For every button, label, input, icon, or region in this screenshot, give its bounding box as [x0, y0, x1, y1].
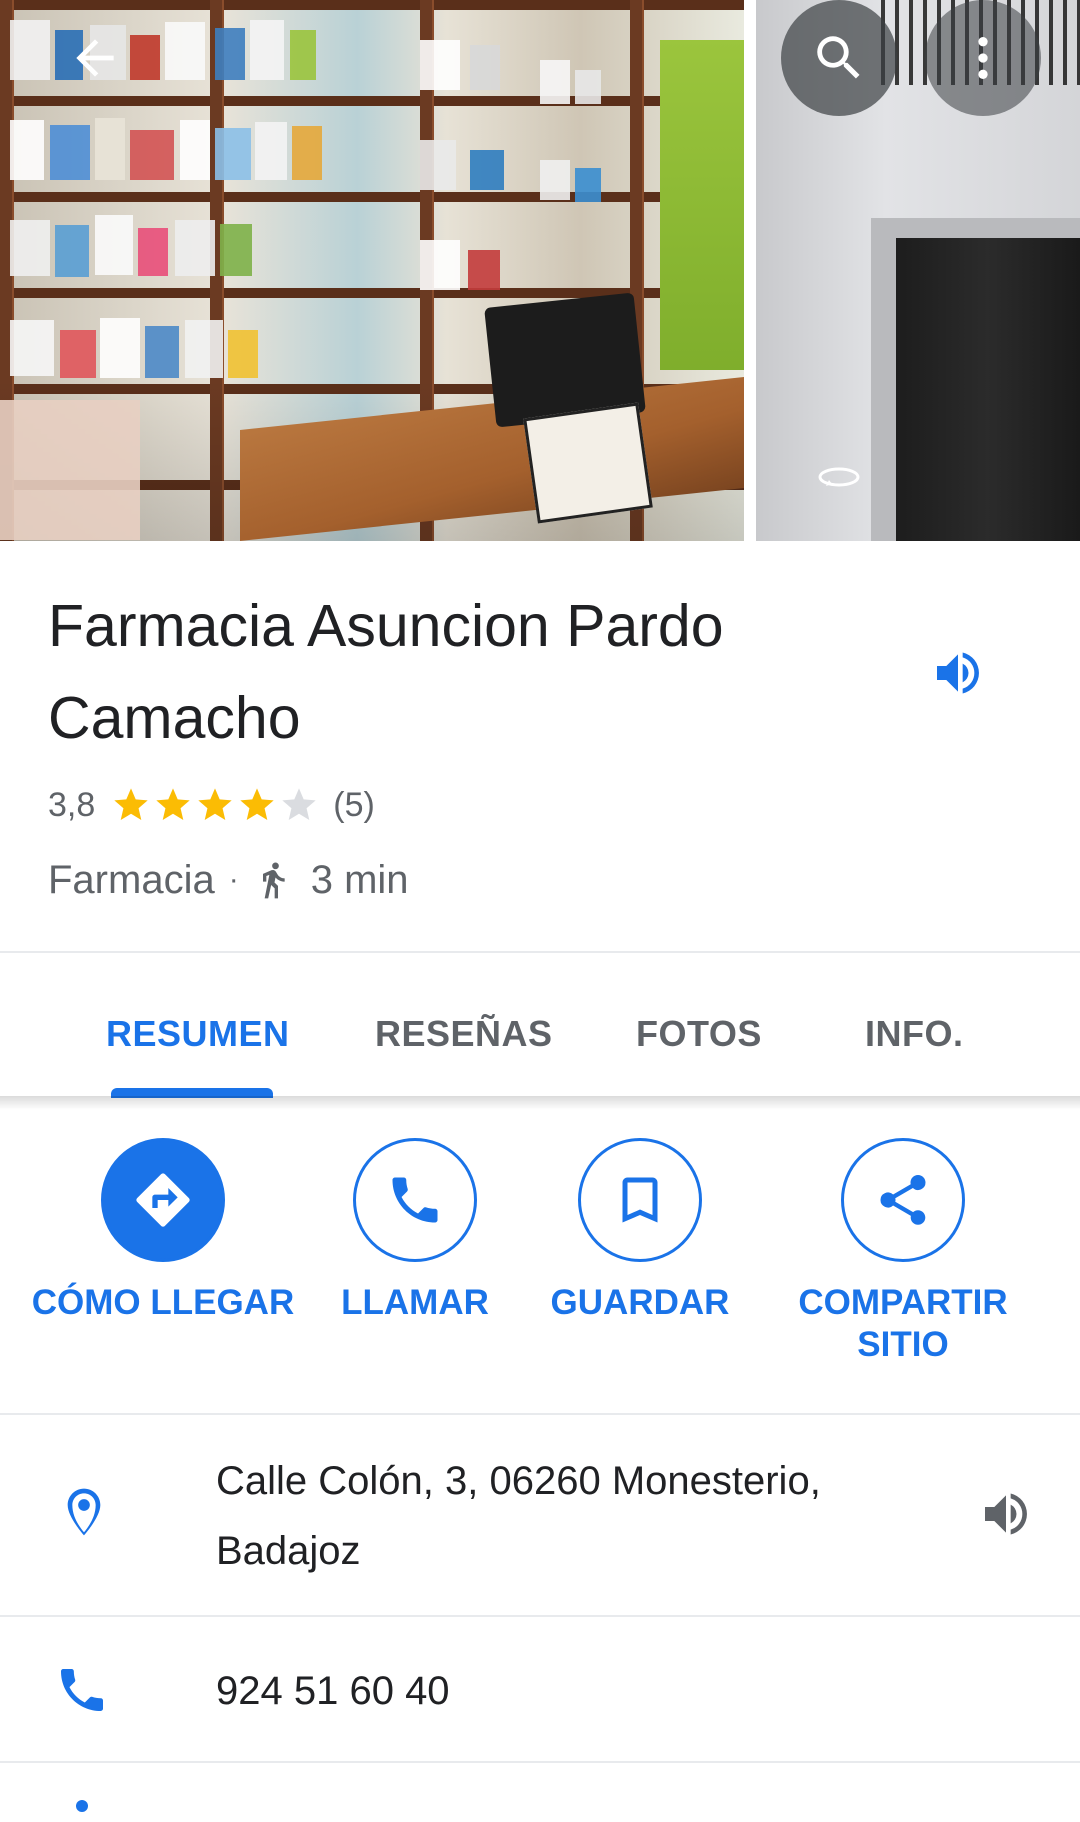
phone-icon: [61, 1669, 103, 1711]
phone-number[interactable]: 924 51 60 40: [216, 1656, 450, 1726]
more-options-button[interactable]: [925, 0, 1041, 116]
more-vert-icon: [978, 37, 988, 79]
directions-icon: [136, 1173, 190, 1227]
call-circle[interactable]: [353, 1138, 477, 1262]
star-icon: [240, 788, 274, 820]
call-label: LLAMAR: [341, 1283, 489, 1322]
front-door: [896, 238, 1080, 541]
walking-icon: [262, 862, 285, 899]
rating-row[interactable]: 3,8 (5): [48, 780, 375, 830]
bookmark-icon: [622, 1177, 658, 1223]
share-button[interactable]: COMPARTIR SITIO: [780, 1138, 1026, 1366]
tab-info[interactable]: INFO.: [865, 1013, 964, 1055]
tab-bar: RESUMEN RESEÑAS FOTOS INFO.: [0, 955, 1080, 1097]
place-title: Farmacia Asuncion Pardo Camacho: [48, 593, 724, 751]
search-icon: [817, 36, 860, 79]
save-circle[interactable]: [578, 1138, 702, 1262]
star-icon: [198, 788, 232, 820]
green-shelf-panel: [660, 40, 744, 370]
star-icon: [114, 788, 148, 820]
phone-icon: [392, 1177, 438, 1223]
save-button[interactable]: GUARDAR: [540, 1138, 740, 1324]
star-empty-icon: [282, 788, 316, 820]
back-button[interactable]: [37, 0, 153, 116]
speaker-icon[interactable]: [976, 1486, 1036, 1542]
rating-stars: [111, 785, 319, 825]
share-icon: [880, 1175, 926, 1225]
divider: [0, 1413, 1080, 1415]
walk-time: 3 min: [310, 857, 409, 902]
address-text[interactable]: Calle Colón, 3, 06260 Monesterio, Badajo…: [216, 1446, 876, 1586]
divider: [0, 1761, 1080, 1763]
arrow-left-icon: [76, 39, 114, 77]
street-view-360-icon: [818, 467, 860, 487]
directions-label: CÓMO LLEGAR: [31, 1283, 295, 1322]
tab-fotos[interactable]: FOTOS: [636, 1013, 762, 1055]
tab-bar-shadow: [0, 1096, 1080, 1110]
rating-value: 3,8: [48, 785, 96, 824]
category-label: Farmacia: [48, 857, 215, 902]
counter-sign: [523, 402, 653, 524]
separator-dot: ·: [228, 863, 239, 896]
category-row: Farmacia · 3 min: [48, 850, 409, 910]
speaker-icon[interactable]: [928, 645, 988, 701]
tab-resumen[interactable]: RESUMEN: [106, 1013, 290, 1055]
tab-resenas[interactable]: RESEÑAS: [375, 1013, 553, 1055]
location-pin-icon: [67, 1488, 101, 1536]
call-button[interactable]: LLAMAR: [315, 1138, 515, 1324]
directions-button[interactable]: CÓMO LLEGAR: [30, 1138, 296, 1324]
review-count: (5): [333, 785, 375, 824]
photo-carousel[interactable]: [0, 0, 1080, 541]
star-icon: [156, 788, 190, 820]
share-circle[interactable]: [841, 1138, 965, 1262]
divider: [0, 951, 1080, 953]
search-button[interactable]: [781, 0, 897, 116]
directions-circle[interactable]: [101, 1138, 225, 1262]
divider: [0, 1615, 1080, 1617]
save-label: GUARDAR: [550, 1283, 730, 1322]
next-row-icon: [76, 1800, 88, 1812]
share-label: COMPARTIR SITIO: [798, 1283, 1008, 1364]
